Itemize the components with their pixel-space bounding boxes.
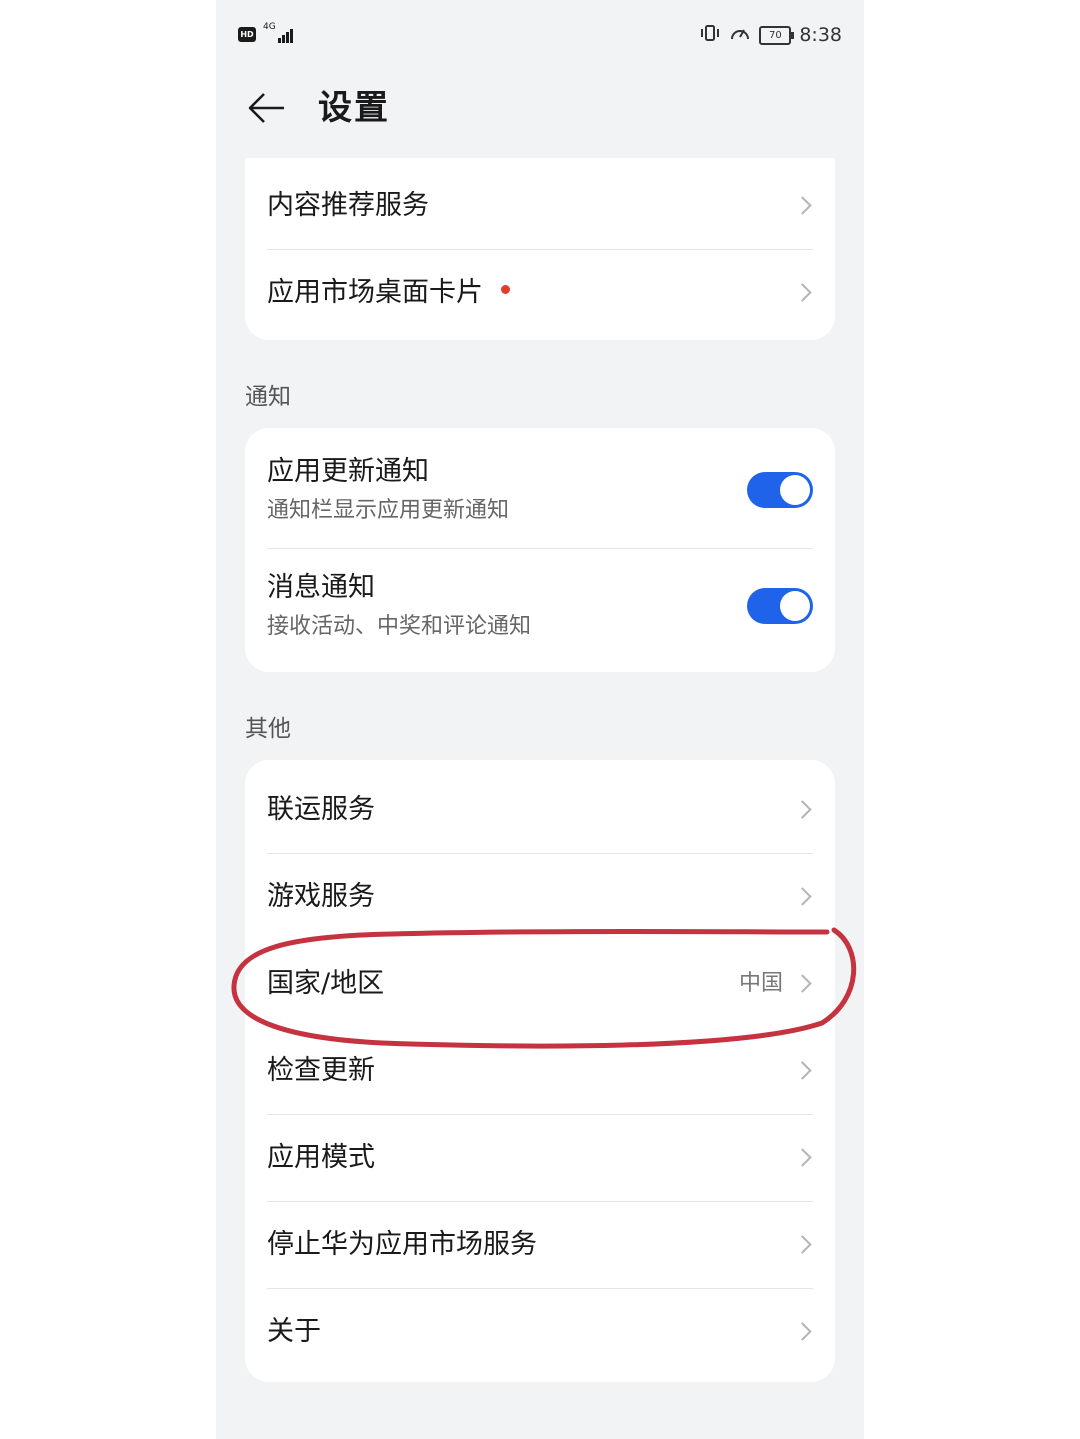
vibrate-icon xyxy=(699,24,721,47)
phone-screen: HD 4G 70 8:38 设置 内容推荐服务 应用市场桌面卡片 通知 应用更新… xyxy=(216,0,864,1439)
top-settings-card: 内容推荐服务 应用市场桌面卡片 xyxy=(245,158,835,340)
signal-icon xyxy=(278,27,296,43)
chevron-right-icon xyxy=(793,1060,812,1080)
other-settings-card: 联运服务 游戏服务 国家/地区 中国 检查更新 应用模式 停止华为应用市场服务 xyxy=(245,760,835,1382)
setting-label: 应用市场桌面卡片 xyxy=(267,249,510,336)
annotation-circle xyxy=(231,927,857,1049)
setting-label: 关于 xyxy=(267,1316,321,1347)
red-dot-badge xyxy=(501,285,510,294)
page-title: 设置 xyxy=(318,88,390,128)
setting-stop-service[interactable]: 停止华为应用市场服务 xyxy=(245,1201,835,1288)
app-header: 设置 xyxy=(216,76,864,140)
setting-subtitle: 接收活动、中奖和评论通知 xyxy=(267,614,532,639)
setting-label: 联运服务 xyxy=(267,794,375,825)
setting-message-notification[interactable]: 消息通知 接收活动、中奖和评论通知 xyxy=(245,548,835,664)
setting-subtitle: 通知栏显示应用更新通知 xyxy=(267,498,510,523)
divider xyxy=(267,1288,813,1289)
hd-icon: HD xyxy=(238,27,256,42)
setting-label: 消息通知 xyxy=(267,572,375,603)
divider xyxy=(267,548,813,549)
setting-label: 内容推荐服务 xyxy=(267,190,429,221)
chevron-right-icon xyxy=(793,1147,812,1167)
status-bar: HD 4G 70 8:38 xyxy=(216,0,864,70)
speed-icon xyxy=(729,23,751,48)
battery-icon: 70 xyxy=(759,25,795,45)
setting-label: 应用模式 xyxy=(267,1142,375,1173)
clock: 8:38 xyxy=(799,24,842,46)
section-title-notifications: 通知 xyxy=(245,384,291,410)
network-type: 4G xyxy=(263,22,276,32)
setting-joint-operation[interactable]: 联运服务 xyxy=(245,766,835,853)
message-toggle[interactable] xyxy=(747,588,813,624)
section-title-other: 其他 xyxy=(245,716,291,742)
setting-app-update-notification[interactable]: 应用更新通知 通知栏显示应用更新通知 xyxy=(245,432,835,548)
app-update-toggle[interactable] xyxy=(747,472,813,508)
chevron-right-icon xyxy=(793,282,812,302)
chevron-right-icon xyxy=(793,886,812,906)
setting-content-recommendation[interactable]: 内容推荐服务 xyxy=(245,162,835,249)
status-right: 70 8:38 xyxy=(699,20,842,50)
setting-app-mode[interactable]: 应用模式 xyxy=(245,1114,835,1201)
back-arrow-icon[interactable] xyxy=(244,86,288,130)
chevron-right-icon xyxy=(793,799,812,819)
chevron-right-icon xyxy=(793,1321,812,1341)
notifications-card: 应用更新通知 通知栏显示应用更新通知 消息通知 接收活动、中奖和评论通知 xyxy=(245,428,835,672)
setting-label: 停止华为应用市场服务 xyxy=(267,1229,537,1260)
setting-about[interactable]: 关于 xyxy=(245,1288,835,1375)
chevron-right-icon xyxy=(793,195,812,215)
setting-label: 应用更新通知 xyxy=(267,456,429,487)
chevron-right-icon xyxy=(793,1234,812,1254)
setting-desktop-card[interactable]: 应用市场桌面卡片 xyxy=(245,249,835,336)
